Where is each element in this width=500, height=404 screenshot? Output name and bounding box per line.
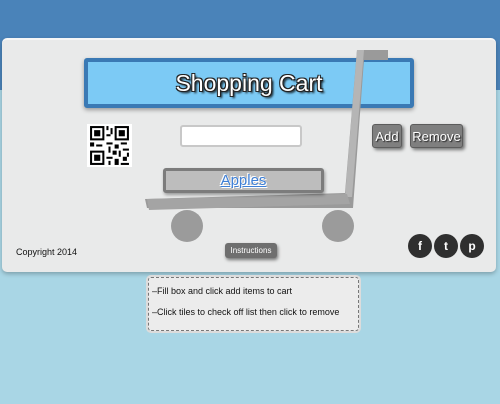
instructions-button[interactable]: Instructions [225,243,277,258]
instruction-line: –Fill box and click add items to cart [152,286,293,296]
qr-code [87,124,132,167]
twitter-icon[interactable]: t [434,234,458,258]
instruction-line: –Click tiles to check off list then clic… [152,307,340,317]
item-input[interactable] [180,125,302,147]
remove-button[interactable]: Remove [410,124,463,148]
list-item[interactable]: Apples [163,168,324,193]
copyright-text: Copyright 2014 [16,247,78,257]
facebook-icon[interactable]: f [408,234,432,258]
instructions-panel: –Fill box and click add items to cart –C… [148,277,359,331]
title-banner: Shopping Cart [84,58,414,108]
list-item-label[interactable]: Apples [221,172,267,189]
add-button[interactable]: Add [372,124,402,148]
page-title: Shopping Cart [175,69,323,96]
pinterest-icon[interactable]: p [460,234,484,258]
